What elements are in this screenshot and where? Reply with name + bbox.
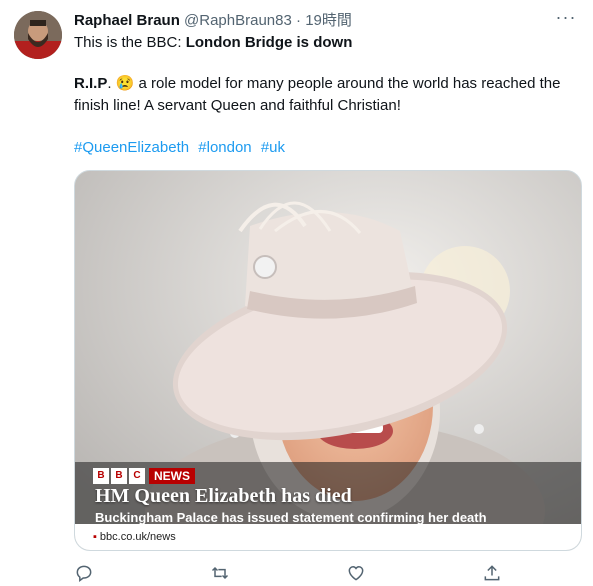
retweet-icon[interactable] bbox=[210, 563, 230, 583]
news-headline: HM Queen Elizabeth has died bbox=[95, 485, 352, 507]
author-name[interactable]: Raphael Braun bbox=[74, 12, 180, 29]
separator-dot: · bbox=[296, 12, 302, 29]
author-handle[interactable]: @RaphBraun83 bbox=[184, 12, 292, 29]
url-bullet: ▪ bbox=[93, 531, 97, 543]
tweet-text-line3: finish line! A servant Queen and faithfu… bbox=[74, 97, 401, 114]
reply-icon[interactable] bbox=[74, 563, 94, 583]
like-icon[interactable] bbox=[346, 563, 366, 583]
tweet-text-line2: R.I.P. 😢 a role model for many people ar… bbox=[74, 74, 560, 94]
rip-text: R.I.P bbox=[74, 75, 108, 92]
share-icon[interactable] bbox=[482, 563, 502, 583]
avatar-image bbox=[14, 11, 62, 59]
media-card[interactable]: B B C NEWS HM Queen Elizabeth has died B… bbox=[74, 170, 582, 551]
tweet[interactable]: Raphael Braun @RaphBraun83 · 19時間 ··· Th… bbox=[0, 0, 593, 586]
tweet-text-line1: This is the BBC: London Bridge is down bbox=[74, 33, 352, 53]
news-banner: B B C NEWS HM Queen Elizabeth has died B… bbox=[93, 468, 563, 528]
hashtags: #QueenElizabeth #london #uk bbox=[74, 138, 290, 158]
logo-letter-c: C bbox=[129, 468, 145, 484]
logo-letter-b2: B bbox=[111, 468, 127, 484]
hashtag-uk[interactable]: #uk bbox=[261, 139, 285, 156]
text-prefix: This is the BBC: bbox=[74, 34, 186, 51]
text-rest: . 😢 a role model for many people around … bbox=[107, 75, 561, 92]
url-bar: ▪ bbc.co.uk/news bbox=[75, 524, 581, 550]
hashtag-queenelizabeth[interactable]: #QueenElizabeth bbox=[74, 139, 189, 156]
timestamp[interactable]: 19時間 bbox=[305, 12, 352, 29]
bbc-logo: B B C NEWS bbox=[93, 468, 195, 484]
text-bold: London Bridge is down bbox=[185, 34, 353, 51]
hashtag-london[interactable]: #london bbox=[198, 139, 251, 156]
tweet-header: Raphael Braun @RaphBraun83 · 19時間 bbox=[74, 11, 584, 31]
more-icon[interactable]: ··· bbox=[555, 8, 577, 30]
logo-letter-b1: B bbox=[93, 468, 109, 484]
news-tag: NEWS bbox=[149, 468, 195, 484]
avatar[interactable] bbox=[14, 11, 62, 59]
news-url: bbc.co.uk/news bbox=[99, 531, 176, 543]
action-bar bbox=[74, 563, 534, 585]
